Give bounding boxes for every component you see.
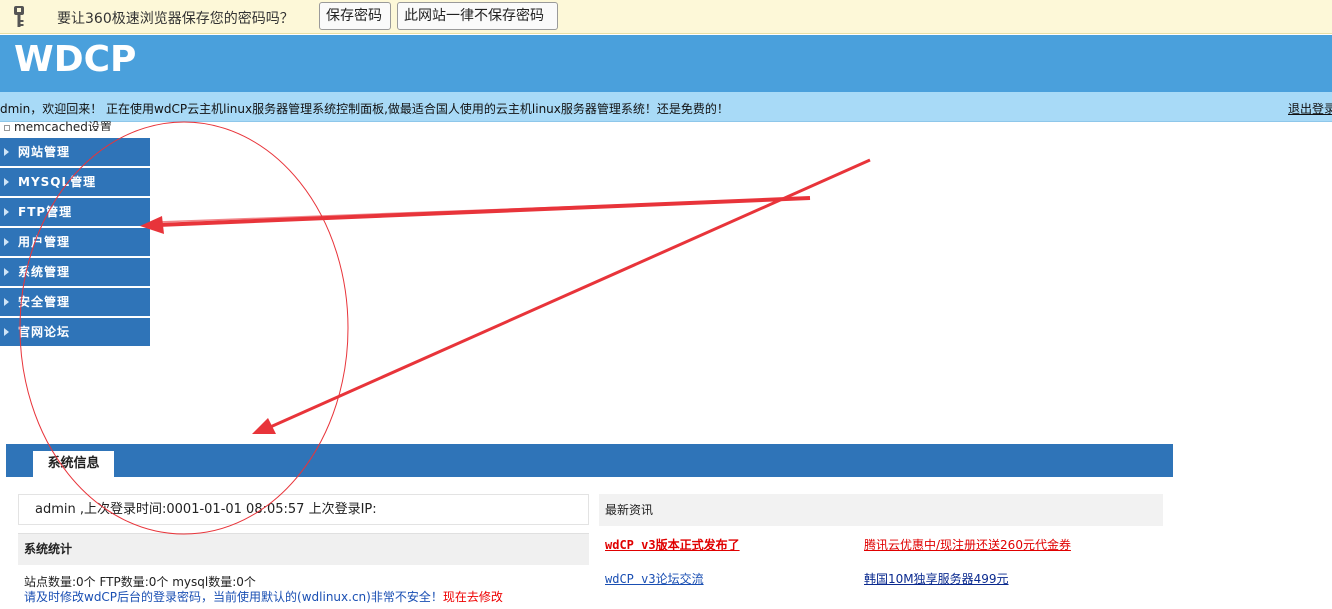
- news-box: 最新资讯 wdCP v3版本正式发布了 腾讯云优惠中/现注册还送260元代金券 …: [599, 494, 1163, 609]
- save-password-question: 要让360极速浏览器保存您的密码吗？: [57, 11, 294, 27]
- sidebar-item-forum[interactable]: 官网论坛: [0, 318, 150, 346]
- annotation-arrow-ftp: [157, 196, 811, 227]
- news-item[interactable]: 腾讯云优惠中/现注册还送260元代金券: [864, 536, 1071, 553]
- sidebar-item-site[interactable]: 网站管理: [0, 138, 150, 166]
- welcome-bar: dmin，欢迎回来！ 正在使用wdCP云主机linux服务器管理系统控制面板,做…: [0, 92, 1332, 122]
- triangle-right-icon: [4, 208, 9, 216]
- news-item[interactable]: wdCP v3论坛交流: [605, 570, 704, 587]
- key-icon: [14, 6, 24, 27]
- save-password-button[interactable]: 保存密码: [319, 2, 391, 30]
- news-title: 最新资讯: [599, 494, 1163, 526]
- stats-counts: 站点数量:0个 FTP数量:0个 mysql数量:0个: [24, 575, 256, 589]
- sidebar-item-system[interactable]: 系统管理: [0, 258, 150, 286]
- sidebar-item-ftp[interactable]: FTP管理: [0, 198, 150, 226]
- password-warning: 请及时修改wdCP后台的登录密码，当前使用默认的(wdlinux.cn)非常不安…: [18, 589, 589, 605]
- triangle-right-icon: [4, 268, 9, 276]
- stats-title: 系统统计: [18, 533, 589, 565]
- sidebar-nav: 网站管理 MYSQL管理 FTP管理 用户管理 系统管理 安全管理 官网论坛: [0, 138, 150, 348]
- sidebar-item-security[interactable]: 安全管理: [0, 288, 150, 316]
- triangle-right-icon: [4, 238, 9, 246]
- memcached-settings-link[interactable]: memcached设置: [14, 120, 112, 131]
- password-save-bar: 要让360极速浏览器保存您的密码吗？ 保存密码 此网站一律不保存密码: [0, 0, 1332, 34]
- sidebar-item-label: 用户管理: [18, 235, 71, 249]
- never-save-password-button[interactable]: 此网站一律不保存密码: [397, 2, 558, 30]
- wdcp-logo: WDCP: [14, 39, 137, 80]
- triangle-right-icon: [4, 298, 9, 306]
- annotation-arrow-panel: [267, 158, 871, 430]
- news-item[interactable]: 韩国10M独享服务器499元: [864, 570, 1009, 587]
- password-warning-text: 请及时修改wdCP后台的登录密码，当前使用默认的(wdlinux.cn)非常不安…: [24, 590, 443, 604]
- change-password-link[interactable]: 现在去修改: [443, 590, 503, 604]
- annotation-arrow-tail-ftp: [157, 197, 811, 223]
- tab-system-info[interactable]: 系统信息: [33, 451, 114, 477]
- triangle-right-icon: [4, 178, 9, 186]
- last-login-info: admin ,上次登录时间:0001-01-01 08:05:57 上次登录IP…: [18, 494, 589, 525]
- sidebar-item-label: 网站管理: [18, 145, 71, 159]
- sidebar-item-label: MYSQL管理: [18, 175, 97, 189]
- sidebar-item-label: 官网论坛: [18, 325, 71, 339]
- bullet-icon: [4, 124, 10, 131]
- triangle-right-icon: [4, 148, 9, 156]
- login-stats-box: admin ,上次登录时间:0001-01-01 08:05:57 上次登录IP…: [18, 494, 589, 609]
- annotation-arrowhead-panel: [252, 418, 276, 434]
- app-header: WDCP: [0, 35, 1332, 92]
- system-info-panel-bar: 系统信息: [6, 444, 1173, 477]
- welcome-text: dmin，欢迎回来！ 正在使用wdCP云主机linux服务器管理系统控制面板,做…: [0, 102, 729, 116]
- sidebar-item-mysql[interactable]: MYSQL管理: [0, 168, 150, 196]
- sidebar-item-label: 安全管理: [18, 295, 71, 309]
- memcached-link-row[interactable]: memcached设置: [4, 118, 112, 131]
- triangle-right-icon: [4, 328, 9, 336]
- news-item[interactable]: wdCP v3版本正式发布了: [605, 536, 740, 553]
- logout-link[interactable]: 退出登录: [1288, 100, 1332, 117]
- sidebar-item-label: 系统管理: [18, 265, 71, 279]
- sidebar-item-label: FTP管理: [18, 205, 73, 219]
- sidebar-item-user[interactable]: 用户管理: [0, 228, 150, 256]
